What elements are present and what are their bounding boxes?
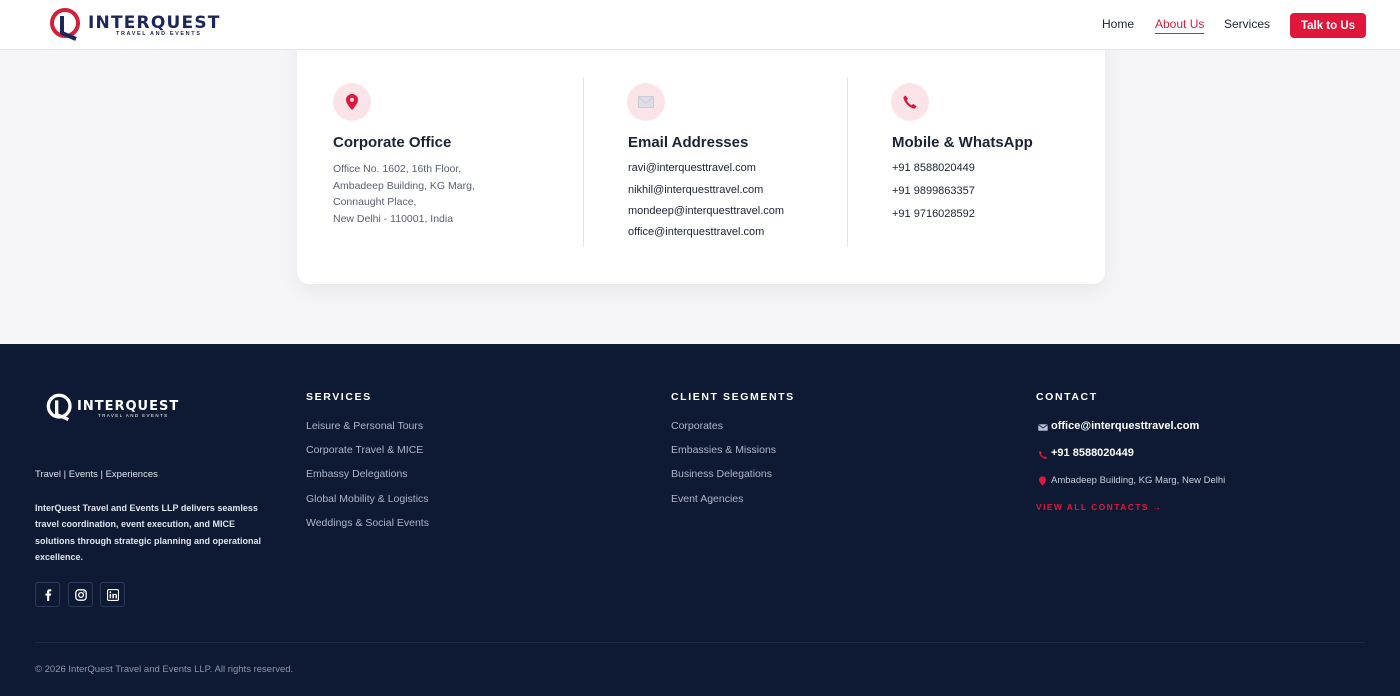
nav-about-us[interactable]: About Us [1155,17,1205,34]
phone-link[interactable]: +91 9716028592 [892,208,975,220]
footer-logo-subtext: TRAVEL AND EVENTS [98,413,169,418]
office-title: Corporate Office [333,134,452,151]
nav-services[interactable]: Services [1224,17,1270,31]
footer-logo-q-mark-icon [46,393,72,422]
footer-divider [35,642,1365,643]
footer-contact-heading: CONTACT [1036,391,1098,403]
footer-logo-wordmark[interactable]: INTERQUEST [77,399,179,414]
envelope-icon [627,83,665,121]
email-title: Email Addresses [628,134,749,151]
email-link[interactable]: mondeep@interquesttravel.com [628,205,784,217]
footer-services-heading: SERVICES [306,391,372,403]
site-footer: INTERQUEST TRAVEL AND EVENTS Travel | Ev… [0,344,1400,696]
footer-contact-email[interactable]: office@interquesttravel.com [1051,420,1199,432]
talk-to-us-button[interactable]: Talk to Us [1290,13,1366,38]
address-line: Connaught Place, [333,196,417,208]
phone-title: Mobile & WhatsApp [892,134,1033,151]
site-header: INTERQUEST TRAVEL AND EVENTS Home About … [0,0,1400,50]
card-divider [583,77,584,247]
logo-q-mark-icon [50,8,80,41]
email-link[interactable]: ravi@interquesttravel.com [628,162,756,174]
phone-link[interactable]: +91 9899863357 [892,185,975,197]
footer-service-link[interactable]: Embassy Delegations [306,468,408,480]
phone-icon [891,83,929,121]
address-line: Ambadeep Building, KG Marg, [333,179,475,192]
footer-tagline: Travel | Events | Experiences [35,469,158,480]
footer-contact-address: Ambadeep Building, KG Marg, New Delhi [1051,475,1226,486]
email-link[interactable]: nikhil@interquesttravel.com [628,184,763,196]
card-divider [847,77,848,247]
footer-segment-link[interactable]: Corporates [671,420,723,432]
footer-segment-link[interactable]: Event Agencies [671,493,743,505]
address-line: New Delhi - 110001, India [333,212,454,225]
copyright-text: © 2026 InterQuest Travel and Events LLP.… [35,664,294,675]
footer-segment-link[interactable]: Business Delegations [671,468,772,480]
nav-home[interactable]: Home [1102,17,1134,31]
instagram-icon[interactable] [68,582,93,607]
office-address: Office No. 1602, 16th Floor, Ambadeep Bu… [333,161,475,227]
footer-service-link[interactable]: Corporate Travel & MICE [306,444,423,456]
contact-card: Corporate Office Office No. 1602, 16th F… [297,30,1105,284]
footer-service-link[interactable]: Weddings & Social Events [306,517,429,529]
location-pin-icon [1039,476,1046,486]
envelope-icon [1038,424,1048,431]
footer-segment-link[interactable]: Embassies & Missions [671,444,776,456]
email-link[interactable]: office@interquesttravel.com [628,226,764,238]
address-line: Office No. 1602, 16th Floor, [333,163,462,175]
phone-icon [1038,450,1048,460]
footer-description: InterQuest Travel and Events LLP deliver… [35,503,262,562]
footer-segments-heading: CLIENT SEGMENTS [671,391,795,403]
view-all-contacts-link[interactable]: VIEW ALL CONTACTS → [1036,502,1163,512]
footer-service-link[interactable]: Global Mobility & Logistics [306,493,429,505]
facebook-icon[interactable] [35,582,60,607]
logo-wordmark: INTERQUEST [88,13,221,33]
footer-service-link[interactable]: Leisure & Personal Tours [306,420,423,432]
phone-link[interactable]: +91 8588020449 [892,162,975,174]
logo[interactable]: INTERQUEST TRAVEL AND EVENTS [48,7,219,41]
logo-subtext: TRAVEL AND EVENTS [116,31,202,37]
linkedin-icon[interactable] [100,582,125,607]
footer-contact-phone[interactable]: +91 8588020449 [1051,447,1134,459]
location-pin-icon [333,83,371,121]
